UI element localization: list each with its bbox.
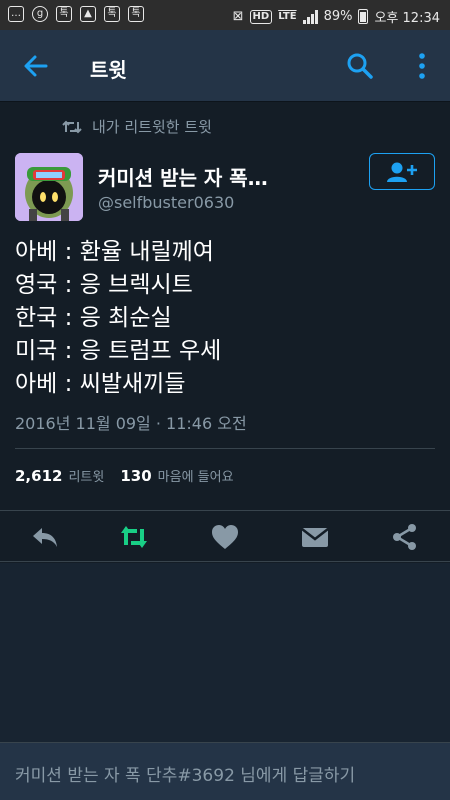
g-icon: g — [32, 6, 48, 22]
tweet-actions — [0, 510, 450, 562]
add-user-icon — [387, 162, 417, 182]
reply-icon[interactable] — [30, 523, 60, 551]
mute-icon: ⊠ — [232, 9, 244, 24]
battery-percent: 89% — [323, 9, 353, 24]
divider — [15, 448, 435, 449]
retweet-context-label: 내가 리트윗한 트윗 — [92, 118, 212, 136]
tweet-timestamp: 2016년 11월 09일 · 11:46 오전 — [15, 414, 247, 433]
system-icons: ⊠ HD LTE 89% 오후 12:34 — [233, 7, 440, 26]
signal-icon — [302, 9, 318, 24]
tweet-stats: 2,612 리트윗 130 마음에 들어요 — [15, 466, 244, 485]
tweet-line: 아베 : 환율 내릴께여 — [15, 239, 214, 265]
hd-icon: HD — [249, 9, 273, 24]
talk-icon: 톡 — [56, 6, 72, 22]
share-icon[interactable] — [390, 523, 420, 551]
avatar-image — [15, 153, 83, 221]
reply-input[interactable]: 커미션 받는 자 폭 단추#3692 님에게 답글하기 — [15, 761, 355, 786]
talk-icon: 톡 — [104, 6, 120, 22]
app-header: 트윗 — [0, 30, 450, 102]
search-icon[interactable] — [346, 52, 374, 80]
status-bar: … g 톡 ▲ 톡 톡 ⊠ HD LTE 89% 오후 12:34 — [0, 0, 450, 30]
talk-icon: 톡 — [128, 6, 144, 22]
tweet-line: 미국 : 응 트럼프 우세 — [15, 338, 222, 364]
clock: 오후 12:34 — [374, 11, 440, 26]
more-options-icon[interactable] — [415, 52, 429, 80]
tweet-text: 아베 : 환율 내릴께여 영국 : 응 브렉시트 한국 : 응 최순실 미국 :… — [15, 236, 221, 401]
chat-icon: … — [8, 6, 24, 22]
author-handle[interactable]: @selfbuster0630 — [98, 193, 234, 212]
retweet-count[interactable]: 2,612 — [15, 467, 62, 485]
author-name[interactable]: 커미션 받는 자 폭… — [98, 162, 268, 191]
battery-icon — [358, 9, 369, 24]
direct-message-icon[interactable] — [300, 523, 330, 551]
gallery-icon: ▲ — [80, 6, 96, 22]
network-type: LTE — [278, 11, 297, 22]
back-arrow-icon[interactable] — [22, 52, 50, 80]
tweet-line: 아베 : 씨발새끼들 — [15, 371, 186, 397]
like-heart-icon[interactable] — [210, 523, 240, 551]
notification-icons: … g 톡 ▲ 톡 톡 — [8, 6, 144, 22]
empty-replies-area — [0, 563, 450, 743]
retweet-small-icon — [62, 120, 82, 133]
retweet-count-label: 리트윗 — [68, 470, 105, 485]
retweet-icon[interactable] — [119, 523, 149, 551]
like-count-label: 마음에 들어요 — [157, 470, 234, 485]
follow-button[interactable] — [369, 153, 435, 190]
avatar[interactable] — [15, 153, 83, 221]
retweet-context: 내가 리트윗한 트윗 — [62, 116, 212, 137]
tweet-line: 영국 : 응 브렉시트 — [15, 272, 193, 298]
like-count[interactable]: 130 — [120, 467, 151, 485]
reply-composer[interactable]: 커미션 받는 자 폭 단추#3692 님에게 답글하기 — [0, 742, 450, 800]
page-title: 트윗 — [90, 58, 127, 82]
tweet-line: 한국 : 응 최순실 — [15, 305, 172, 331]
